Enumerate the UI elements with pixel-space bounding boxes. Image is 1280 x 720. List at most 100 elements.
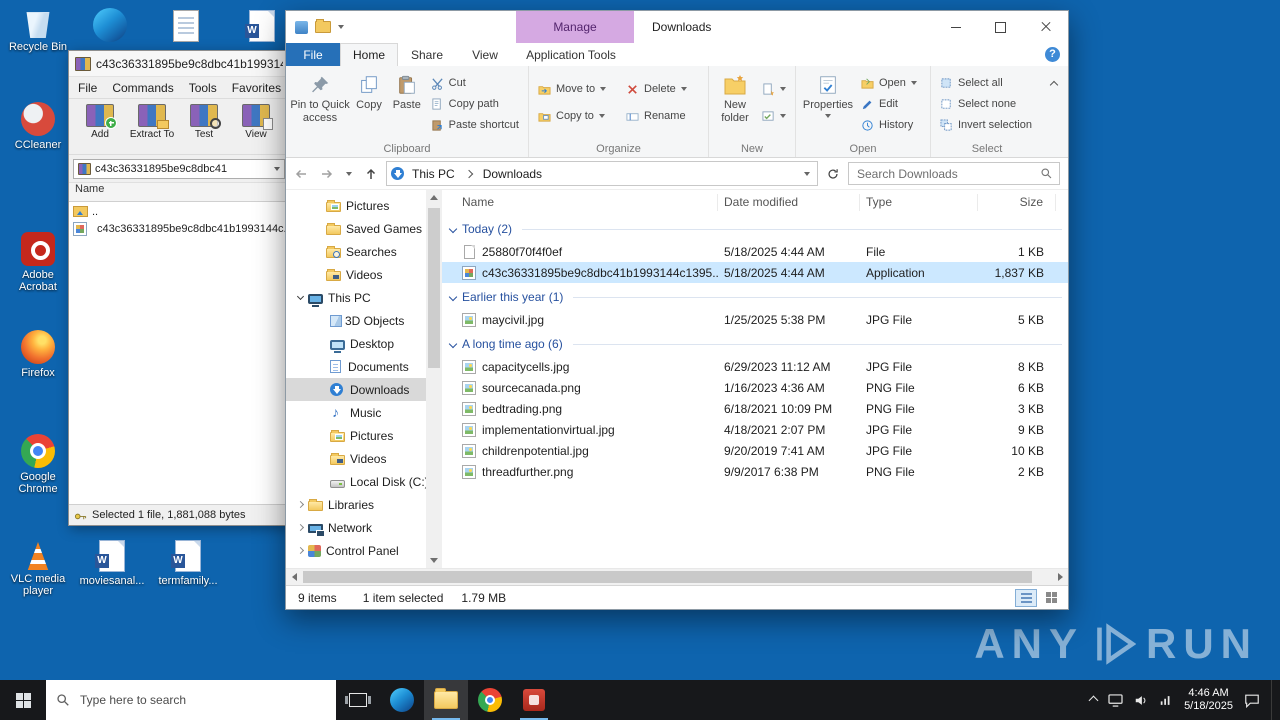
tray-speaker-icon[interactable] <box>1134 694 1148 707</box>
nav-item[interactable]: Control Panel <box>286 539 426 562</box>
paste-button[interactable]: Paste <box>388 69 426 144</box>
desktop-icon-moviesanal[interactable]: moviesanal... <box>76 538 148 587</box>
new-folder-button[interactable]: New folder <box>713 69 757 144</box>
nav-item[interactable]: Libraries <box>286 493 426 516</box>
taskbar-edge-button[interactable] <box>380 680 424 720</box>
file-row[interactable]: maycivil.jpg 1/25/2025 5:38 PM JPG File … <box>442 309 1068 330</box>
nav-item[interactable]: Downloads <box>286 378 426 401</box>
taskbar-clock[interactable]: 4:46 AM 5/18/2025 <box>1184 687 1233 713</box>
expander-icon[interactable] <box>318 407 330 419</box>
tab-share[interactable]: Share <box>398 43 456 66</box>
group-collapse-icon[interactable] <box>448 339 458 349</box>
nav-item[interactable]: Pictures <box>286 194 426 217</box>
taskbar-search[interactable] <box>46 680 336 720</box>
file-row[interactable]: bedtrading.png 6/18/2021 10:09 PM PNG Fi… <box>442 398 1068 419</box>
invert-selection-button[interactable]: Invert selection <box>935 115 1037 135</box>
breadcrumb-this-pc[interactable]: This PC <box>410 167 457 181</box>
horizontal-scrollbar[interactable] <box>286 568 1068 585</box>
column-header-date-modified[interactable]: Date modified <box>718 194 860 211</box>
nav-item[interactable]: 3D Objects <box>286 309 426 332</box>
nav-item[interactable]: Local Disk (C:) <box>286 470 426 493</box>
desktop-icon-file[interactable] <box>150 8 222 42</box>
copy-to-button[interactable]: Copy to <box>533 106 621 126</box>
tray-network-icon[interactable] <box>1159 694 1173 707</box>
nav-item[interactable]: Videos <box>286 447 426 470</box>
taskbar-explorer-button[interactable] <box>424 680 468 720</box>
winrar-titlebar[interactable]: c43c36331895be9c8dbc41b1993144 <box>69 51 289 77</box>
view-button[interactable]: View <box>230 99 282 154</box>
expander-icon[interactable] <box>318 384 330 396</box>
nav-item[interactable]: Pictures <box>286 424 426 447</box>
large-icons-view-button[interactable] <box>1040 589 1062 607</box>
nav-item[interactable]: Music <box>286 401 426 424</box>
scroll-up-button[interactable] <box>426 190 442 205</box>
winrar-row-file[interactable]: c43c36331895be9c8dbc41b1993144c... <box>69 220 289 237</box>
menu-item[interactable]: File <box>78 81 97 95</box>
menu-item[interactable]: Favorites <box>232 81 281 95</box>
cut-button[interactable]: Cut <box>426 73 524 93</box>
desktop-icon-ccleaner[interactable]: CCleaner <box>2 102 74 151</box>
paste-shortcut-button[interactable]: Paste shortcut <box>426 115 524 135</box>
scroll-left-button[interactable] <box>286 569 302 585</box>
menu-item[interactable]: Tools <box>189 81 217 95</box>
close-button[interactable] <box>1023 11 1068 43</box>
action-center-icon[interactable] <box>1244 693 1260 708</box>
nav-item[interactable]: Documents <box>286 355 426 378</box>
scroll-down-button[interactable] <box>426 553 442 568</box>
tab-home[interactable]: Home <box>340 43 398 66</box>
back-button[interactable] <box>290 163 312 185</box>
desktop-icon-termfamily[interactable]: termfamily... <box>152 538 224 587</box>
desktop-icon-vlc[interactable]: VLC media player <box>2 538 74 597</box>
scroll-right-button[interactable] <box>1052 569 1068 585</box>
copy-button[interactable]: Copy <box>350 69 388 144</box>
search-box[interactable] <box>848 162 1060 185</box>
easy-access-button[interactable] <box>757 106 791 126</box>
nav-item[interactable]: Saved Games <box>286 217 426 240</box>
properties-button[interactable]: Properties <box>800 69 856 144</box>
file-row[interactable]: childrenpotential.jpg 9/20/2019 7:41 AM … <box>442 440 1068 461</box>
maximize-button[interactable] <box>978 11 1023 43</box>
details-view-button[interactable] <box>1015 588 1037 607</box>
hidden-icons-chevron-icon[interactable] <box>1088 695 1099 705</box>
start-button[interactable] <box>0 680 46 720</box>
file-row[interactable]: implementationvirtual.jpg 4/18/2021 2:07… <box>442 419 1068 440</box>
file-row[interactable]: sourcecanada.png 1/16/2023 4:36 AM PNG F… <box>442 377 1068 398</box>
nav-item[interactable]: Searches <box>286 240 426 263</box>
group-header[interactable]: Earlier this year (1) <box>442 285 1068 309</box>
add-button[interactable]: Add <box>74 99 126 154</box>
open-button[interactable]: Open <box>856 73 922 93</box>
recent-locations-button[interactable] <box>342 163 356 185</box>
breadcrumb-downloads[interactable]: Downloads <box>481 167 544 181</box>
column-header-name[interactable]: Name <box>442 194 718 211</box>
winrar-archive-combo[interactable]: c43c36331895be9c8dbc41 <box>73 158 285 179</box>
task-view-button[interactable] <box>336 680 380 720</box>
expander-icon[interactable] <box>296 499 308 511</box>
desktop-icon-firefox[interactable]: Firefox <box>2 330 74 379</box>
explorer-titlebar[interactable]: Manage Downloads <box>286 11 1068 43</box>
extract-to-button[interactable]: Extract To <box>126 99 178 154</box>
expander-icon[interactable] <box>318 338 330 350</box>
qat-customize-caret-icon[interactable] <box>338 25 344 29</box>
tab-file[interactable]: File <box>286 43 340 66</box>
edit-button[interactable]: Edit <box>856 94 922 114</box>
column-header-size[interactable]: Size <box>978 194 1056 211</box>
group-collapse-icon[interactable] <box>448 292 458 302</box>
delete-button[interactable]: Delete <box>621 79 692 99</box>
help-icon[interactable] <box>1045 47 1060 62</box>
desktop-icon-recycle-bin[interactable]: Recycle Bin <box>2 6 74 53</box>
taskbar-search-input[interactable] <box>78 692 326 708</box>
file-row[interactable]: capacitycells.jpg 6/29/2023 11:12 AM JPG… <box>442 356 1068 377</box>
refresh-button[interactable] <box>822 163 844 185</box>
move-to-button[interactable]: Move to <box>533 79 621 99</box>
expander-icon[interactable] <box>296 545 308 557</box>
expander-icon[interactable] <box>314 200 326 212</box>
select-all-button[interactable]: Select all <box>935 73 1037 93</box>
expander-icon[interactable] <box>318 476 330 488</box>
expander-icon[interactable] <box>318 361 330 373</box>
scrollbar-thumb[interactable] <box>303 571 1032 583</box>
copy-path-button[interactable]: Copy path <box>426 94 524 114</box>
tab-application-tools[interactable]: Application Tools <box>512 43 630 66</box>
desktop-icon-chrome[interactable]: Google Chrome <box>2 434 74 495</box>
nav-item[interactable]: Videos <box>286 263 426 286</box>
expander-icon[interactable] <box>296 292 308 304</box>
